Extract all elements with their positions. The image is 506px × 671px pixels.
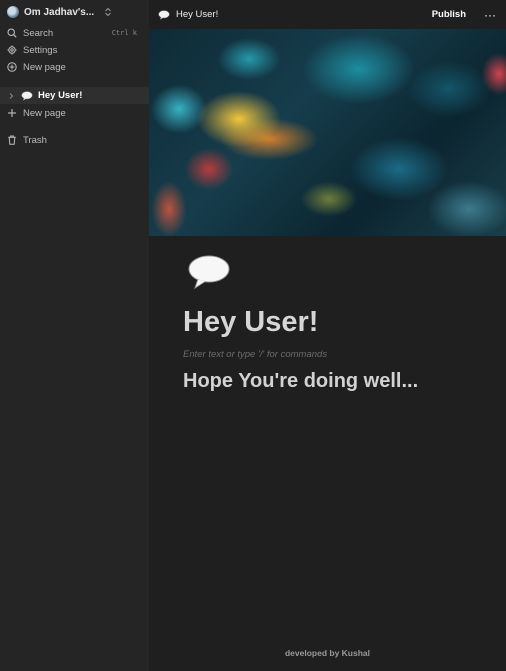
workspace-name: Om Jadhav's... xyxy=(24,6,95,18)
search-icon xyxy=(7,28,17,38)
sidebar-item-trash[interactable]: Trash xyxy=(0,132,149,148)
sidebar-item-search[interactable]: Search Ctrl k xyxy=(0,25,149,41)
sidebar-item-new-page[interactable]: New page xyxy=(0,59,149,75)
sidebar-item-label: New page xyxy=(23,107,66,119)
sidebar-item-label: Trash xyxy=(23,134,47,146)
sidebar-item-label: New page xyxy=(23,61,66,73)
editor-placeholder[interactable]: Enter text or type '/' for commands xyxy=(183,349,327,360)
breadcrumb[interactable]: Hey User! xyxy=(176,9,218,20)
sidebar-page-hey-user[interactable]: Hey User! xyxy=(0,87,149,104)
workspace-switcher[interactable]: Om Jadhav's... xyxy=(6,3,144,21)
sidebar-item-add-page[interactable]: New page xyxy=(0,105,149,121)
publish-button[interactable]: Publish xyxy=(432,9,466,20)
plus-circle-icon xyxy=(7,62,17,72)
speech-bubble-icon[interactable] xyxy=(187,254,231,290)
trash-icon xyxy=(7,135,17,145)
speech-bubble-icon xyxy=(21,90,33,100)
more-options-icon[interactable]: ··· xyxy=(484,9,496,21)
cover-image xyxy=(149,29,506,236)
plus-icon xyxy=(7,108,17,118)
chevron-right-icon[interactable] xyxy=(7,92,15,100)
page-title[interactable]: Hey User! xyxy=(183,306,318,339)
sidebar-item-settings[interactable]: Settings xyxy=(0,42,149,58)
sidebar-item-label: Search xyxy=(23,27,54,39)
chevron-updown-icon xyxy=(105,7,111,17)
page-heading[interactable]: Hope You're doing well... xyxy=(183,370,418,393)
search-shortcut: Ctrl k xyxy=(111,29,137,37)
footer-credit: developed by Kushal xyxy=(284,648,371,658)
speech-bubble-icon xyxy=(158,9,170,19)
topbar: Hey User! Publish ··· xyxy=(149,0,506,29)
sidebar-item-label: Settings xyxy=(23,44,58,56)
gear-icon xyxy=(7,45,17,55)
sidebar-page-label: Hey User! xyxy=(38,90,83,101)
sidebar: Om Jadhav's... Search Ctrl k Settings Ne… xyxy=(0,0,149,671)
page-content: Hey User! Enter text or type '/' for com… xyxy=(149,236,506,671)
workspace-avatar xyxy=(7,6,19,18)
